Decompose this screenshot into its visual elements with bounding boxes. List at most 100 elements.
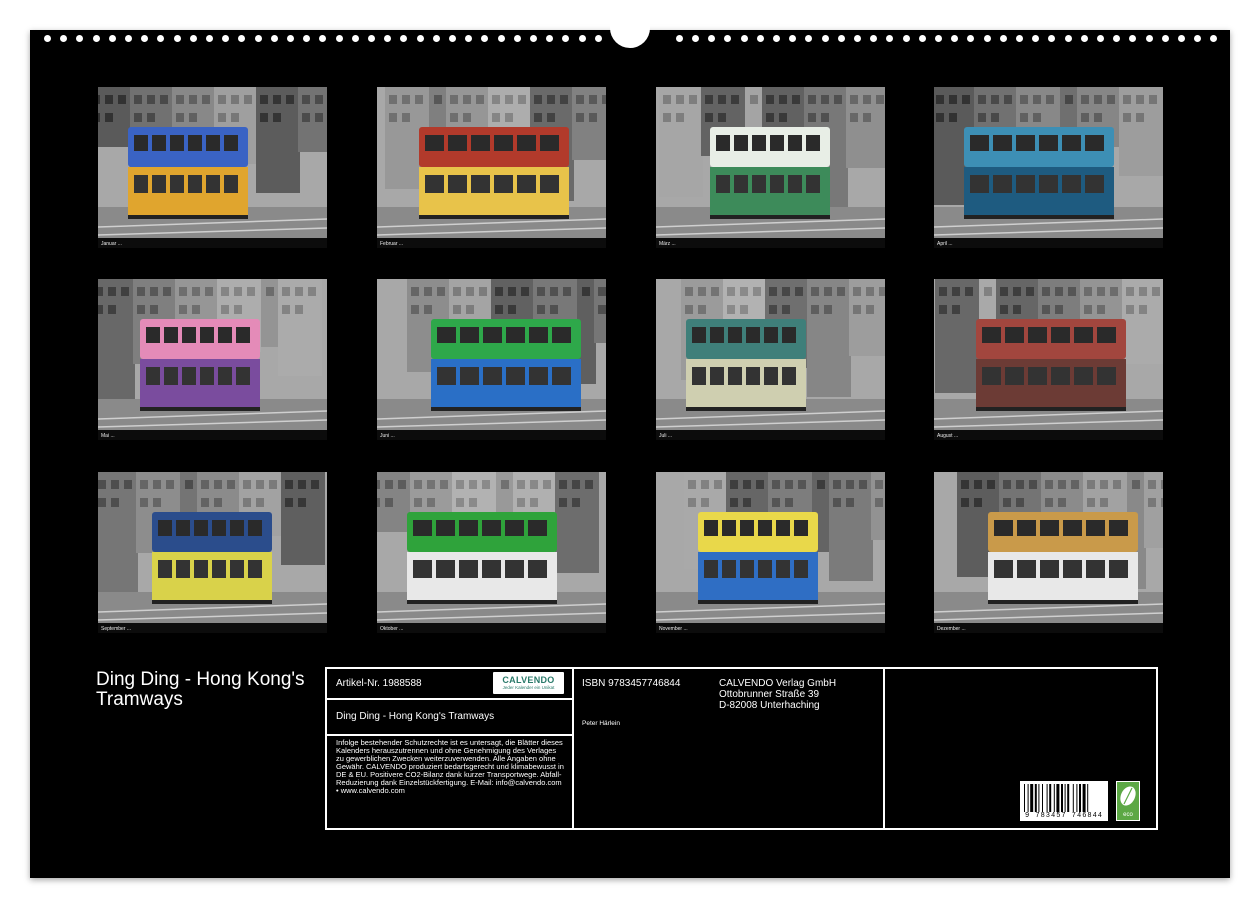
month-photo: September ... bbox=[98, 472, 327, 633]
tram-icon bbox=[419, 127, 569, 219]
binding-hole bbox=[1178, 35, 1185, 42]
month-label: Mai ... bbox=[101, 433, 115, 439]
binding-hole bbox=[432, 35, 440, 42]
month-strip bbox=[377, 623, 606, 633]
month-strip bbox=[934, 623, 1163, 633]
binding-hole bbox=[1145, 35, 1153, 42]
publisher-line3: D-82008 Unterhaching bbox=[719, 700, 820, 711]
binding-hole bbox=[481, 35, 489, 42]
barcode: 9 783457 746844 bbox=[1020, 781, 1108, 821]
binding-hole bbox=[530, 35, 537, 42]
binding-hole bbox=[902, 35, 910, 42]
month-label: Juli ... bbox=[659, 433, 673, 439]
binding-hole bbox=[44, 35, 51, 42]
leaf-icon bbox=[1120, 786, 1136, 806]
binding-hole bbox=[1161, 35, 1169, 42]
month-strip bbox=[377, 238, 606, 248]
month-strip bbox=[377, 430, 606, 440]
month-strip bbox=[98, 430, 327, 440]
binding-hole bbox=[287, 35, 294, 42]
eco-badge: eco bbox=[1116, 781, 1140, 821]
binding-hole bbox=[675, 35, 683, 42]
month-strip bbox=[98, 623, 327, 633]
binding-hole bbox=[918, 35, 926, 42]
binding-hole bbox=[60, 35, 68, 42]
binding-hole bbox=[1097, 35, 1104, 42]
binding-hole bbox=[708, 35, 716, 42]
binding-hole bbox=[92, 35, 100, 42]
month-photo: Dezember ... bbox=[934, 472, 1163, 633]
month-photo: Mai ... bbox=[98, 279, 327, 440]
binding-hole bbox=[1064, 35, 1072, 42]
binding-hole bbox=[1032, 35, 1040, 42]
binding-hole bbox=[222, 35, 230, 42]
month-photo: November ... bbox=[656, 472, 885, 633]
binding-hole bbox=[546, 35, 554, 42]
month-photo: April ... bbox=[934, 87, 1163, 248]
binding-hole bbox=[189, 35, 197, 42]
info-column-middle: ISBN 9783457746844 Peter Härlein CALVEND… bbox=[574, 669, 885, 828]
month-photo: Januar ... bbox=[98, 87, 327, 248]
month-label: März ... bbox=[659, 241, 676, 247]
info-box: Artikel-Nr. 1988588 CALVENDO Jeder Kalen… bbox=[325, 667, 1158, 830]
calendar-sheet: Januar ... Februar ... März ... April ..… bbox=[30, 14, 1230, 878]
barcode-bars bbox=[1024, 784, 1089, 812]
tram-icon bbox=[710, 127, 830, 219]
binding-hole bbox=[756, 35, 764, 42]
article-number: Artikel-Nr. 1988588 bbox=[336, 678, 422, 689]
binding-hole bbox=[983, 35, 991, 42]
month-photo: August ... bbox=[934, 279, 1163, 440]
binding-hole bbox=[108, 35, 116, 42]
binding-hole bbox=[465, 35, 473, 42]
month-strip bbox=[934, 238, 1163, 248]
tram-icon bbox=[976, 319, 1126, 411]
binding-hole bbox=[1194, 35, 1202, 42]
binding-hole bbox=[1016, 35, 1023, 42]
month-strip bbox=[98, 238, 327, 248]
month-label: April ... bbox=[937, 241, 953, 247]
month-label: Juni ... bbox=[380, 433, 395, 439]
month-label: November ... bbox=[659, 626, 688, 632]
binding-hole bbox=[384, 35, 392, 42]
month-label: September ... bbox=[101, 626, 132, 632]
binding-hole bbox=[351, 35, 359, 42]
binding-hole bbox=[724, 35, 732, 42]
tram-icon bbox=[152, 512, 272, 604]
binding-hole bbox=[594, 35, 602, 42]
month-photo: Juli ... bbox=[656, 279, 885, 440]
binding-hole bbox=[578, 35, 586, 42]
binding-hole bbox=[335, 35, 343, 42]
article-row: Artikel-Nr. 1988588 CALVENDO Jeder Kalen… bbox=[327, 669, 572, 700]
calendar-title: Ding Ding - Hong Kong's Tramways bbox=[96, 669, 305, 710]
binding-hole bbox=[125, 35, 132, 42]
publisher-line1: CALVENDO Verlag GmbH bbox=[719, 678, 837, 689]
month-strip bbox=[656, 430, 885, 440]
info-column-left: Artikel-Nr. 1988588 CALVENDO Jeder Kalen… bbox=[327, 669, 574, 828]
binding-hole bbox=[951, 35, 959, 42]
month-label: Januar ... bbox=[101, 241, 122, 247]
binding-hole bbox=[740, 35, 748, 42]
isbn: ISBN 9783457746844 bbox=[582, 678, 681, 689]
tram-icon bbox=[431, 319, 581, 411]
binding-hole bbox=[773, 35, 780, 42]
binding-hole bbox=[238, 35, 246, 42]
binding-hole bbox=[76, 35, 84, 42]
binding-hole bbox=[967, 35, 975, 42]
month-photo: Februar ... bbox=[377, 87, 606, 248]
binding-hole bbox=[789, 35, 797, 42]
binding-hole bbox=[416, 35, 424, 42]
binding-hole bbox=[173, 35, 181, 42]
binding-hole bbox=[157, 35, 165, 42]
author: Peter Härlein bbox=[582, 720, 620, 727]
binding-hole bbox=[935, 35, 942, 42]
binding-hole bbox=[837, 35, 845, 42]
binding-hole bbox=[303, 35, 311, 42]
month-label: August ... bbox=[937, 433, 959, 439]
binding-hole bbox=[368, 35, 375, 42]
tram-icon bbox=[140, 319, 260, 411]
tram-icon bbox=[964, 127, 1114, 219]
binding-hole bbox=[497, 35, 505, 42]
binding-hole bbox=[805, 35, 813, 42]
publisher-line2: Ottobrunner Straße 39 bbox=[719, 689, 820, 700]
month-strip bbox=[656, 238, 885, 248]
